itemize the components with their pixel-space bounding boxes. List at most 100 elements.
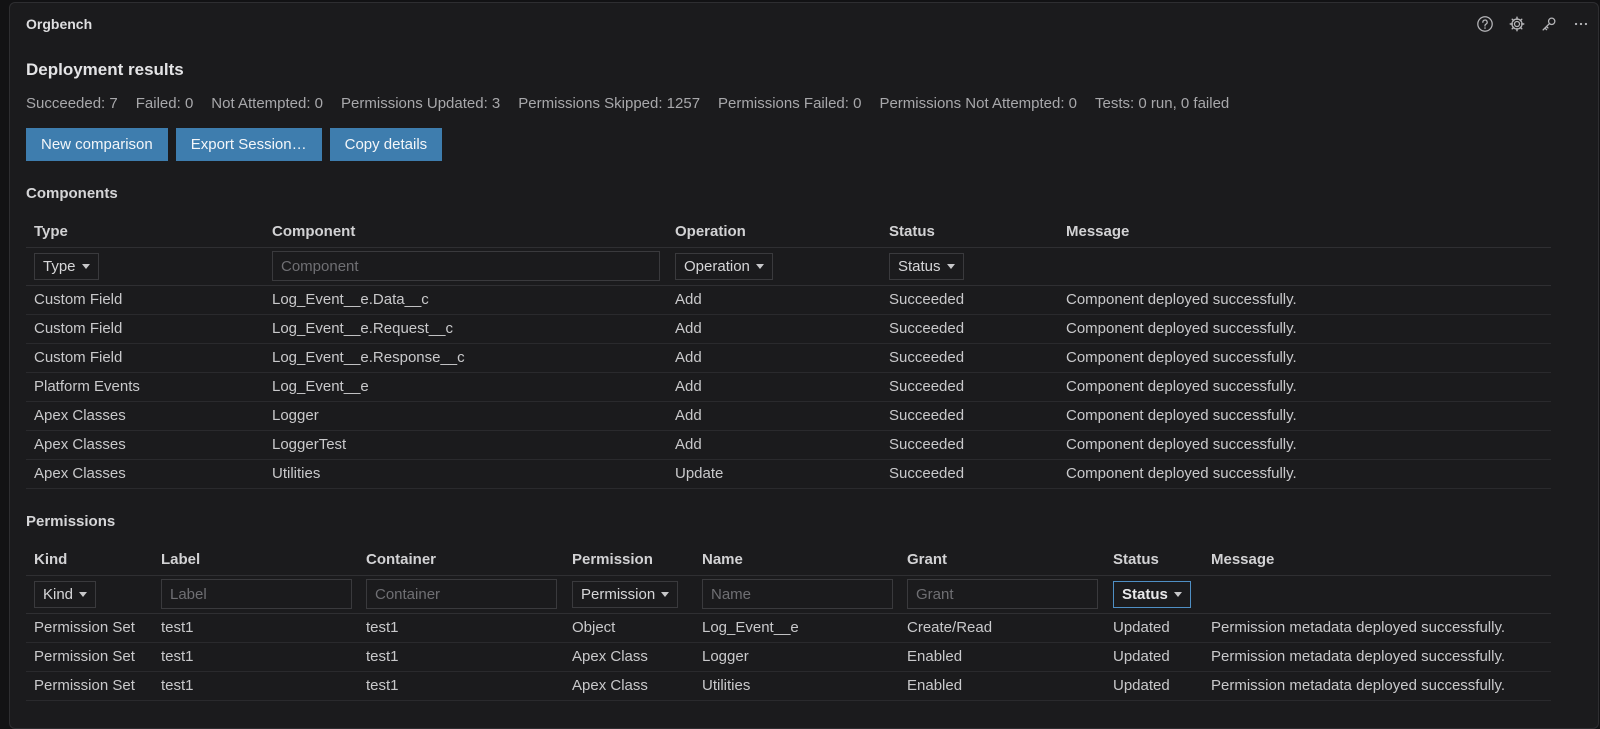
summary-succeeded: Succeeded: 7 xyxy=(26,95,118,112)
cell-kind: Permission Set xyxy=(26,642,153,672)
cell-permission: Apex Class xyxy=(564,671,694,701)
table-row[interactable]: Custom Field Log_Event__e.Response__c Add S… xyxy=(26,343,1551,373)
cell-status: Succeeded xyxy=(881,459,1058,489)
caret-down-icon xyxy=(755,263,764,269)
deployment-summary: Succeeded: 7 Failed: 0 Not Attempted: 0 … xyxy=(26,95,1229,112)
cell-permission: Apex Class xyxy=(564,642,694,672)
cell-operation: Add xyxy=(667,343,881,373)
summary-permissions-not-attempted: Permissions Not Attempted: 0 xyxy=(879,95,1078,112)
cell-operation: Add xyxy=(667,372,881,402)
cell-status: Succeeded xyxy=(881,401,1058,431)
cell-operation: Update xyxy=(667,459,881,489)
column-header-kind[interactable]: Kind xyxy=(26,545,153,576)
cell-message: Component deployed successfully. xyxy=(1058,314,1551,344)
permissions-table: Kind Label Container Permission Name Gra… xyxy=(26,545,1551,701)
label-filter-input[interactable] xyxy=(161,579,352,609)
column-header-operation[interactable]: Operation xyxy=(667,217,881,248)
column-header-label[interactable]: Label xyxy=(153,545,358,576)
cell-component: Utilities xyxy=(264,459,667,489)
cell-component: Log_Event__e.Request__c xyxy=(264,314,667,344)
cell-component: Logger xyxy=(264,401,667,431)
cell-type: Apex Classes xyxy=(26,430,264,460)
components-filter-row: Type Operation Status xyxy=(26,247,1551,286)
column-header-message[interactable]: Message xyxy=(1058,217,1551,248)
table-row[interactable]: Permission Set test1 test1 Object Log_Event_… xyxy=(26,613,1551,643)
summary-permissions-skipped: Permissions Skipped: 1257 xyxy=(518,95,701,112)
permission-filter-dropdown[interactable]: Permission xyxy=(572,580,679,608)
column-header-type[interactable]: Type xyxy=(26,217,264,248)
permissions-header-row: Kind Label Container Permission Name Gra… xyxy=(26,545,1551,576)
cell-message: Component deployed successfully. xyxy=(1058,372,1551,402)
cell-status: Succeeded xyxy=(881,372,1058,402)
cell-status: Succeeded xyxy=(881,285,1058,315)
cell-status: Updated xyxy=(1105,613,1203,643)
type-filter-dropdown[interactable]: Type xyxy=(34,252,99,280)
gear-icon[interactable] xyxy=(1506,13,1528,35)
cell-container: test1 xyxy=(358,613,564,643)
container-filter-input[interactable] xyxy=(366,579,557,609)
cell-status: Updated xyxy=(1105,642,1203,672)
cell-label: test1 xyxy=(153,613,358,643)
cell-component: Log_Event__e.Response__c xyxy=(264,343,667,373)
cell-grant: Enabled xyxy=(899,642,1105,672)
key-icon[interactable] xyxy=(1538,13,1560,35)
status-filter-dropdown[interactable]: Status xyxy=(1113,580,1191,608)
cell-operation: Add xyxy=(667,314,881,344)
table-row[interactable]: Apex Classes LoggerTest Add Succeeded Compon… xyxy=(26,430,1551,460)
more-icon[interactable] xyxy=(1570,13,1592,35)
column-header-status[interactable]: Status xyxy=(1105,545,1203,576)
help-icon[interactable] xyxy=(1474,13,1496,35)
app-title: Orgbench xyxy=(26,16,93,32)
cell-component: LoggerTest xyxy=(264,430,667,460)
new-comparison-button[interactable]: New comparison xyxy=(26,128,168,161)
cell-type: Custom Field xyxy=(26,343,264,373)
table-row[interactable]: Apex Classes Logger Add Succeeded Component … xyxy=(26,401,1551,431)
cell-type: Apex Classes xyxy=(26,401,264,431)
column-header-container[interactable]: Container xyxy=(358,545,564,576)
caret-down-icon xyxy=(79,591,88,597)
summary-permissions-failed: Permissions Failed: 0 xyxy=(718,95,862,112)
grant-filter-input[interactable] xyxy=(907,579,1098,609)
summary-not-attempted: Not Attempted: 0 xyxy=(211,95,324,112)
kind-filter-dropdown[interactable]: Kind xyxy=(34,580,97,608)
cell-status: Succeeded xyxy=(881,314,1058,344)
cell-message: Component deployed successfully. xyxy=(1058,459,1551,489)
cell-operation: Add xyxy=(667,401,881,431)
export-session-button[interactable]: Export Session… xyxy=(175,128,322,161)
column-header-name[interactable]: Name xyxy=(694,545,899,576)
column-header-component[interactable]: Component xyxy=(264,217,667,248)
cell-label: test1 xyxy=(153,642,358,672)
cell-container: test1 xyxy=(358,671,564,701)
cell-message: Permission metadata deployed successfull… xyxy=(1203,613,1551,643)
component-filter-input[interactable] xyxy=(272,251,660,281)
cell-name: Utilities xyxy=(694,671,899,701)
column-header-permission[interactable]: Permission xyxy=(564,545,694,576)
summary-tests: Tests: 0 run, 0 failed xyxy=(1095,95,1230,112)
components-rows: Custom Field Log_Event__e.Data__c Add Succe… xyxy=(26,285,1551,489)
column-header-grant[interactable]: Grant xyxy=(899,545,1105,576)
column-header-message[interactable]: Message xyxy=(1203,545,1551,576)
cell-component: Log_Event__e xyxy=(264,372,667,402)
table-row[interactable]: Custom Field Log_Event__e.Data__c Add Succe… xyxy=(26,285,1551,315)
copy-details-button[interactable]: Copy details xyxy=(329,128,443,161)
table-row[interactable]: Permission Set test1 test1 Apex Class Utilit… xyxy=(26,671,1551,701)
cell-type: Custom Field xyxy=(26,285,264,315)
cell-permission: Object xyxy=(564,613,694,643)
cell-component: Log_Event__e.Data__c xyxy=(264,285,667,315)
table-row[interactable]: Platform Events Log_Event__e Add Succeeded C… xyxy=(26,372,1551,402)
column-header-status[interactable]: Status xyxy=(881,217,1058,248)
table-row[interactable]: Apex Classes Utilities Update Succeeded Comp… xyxy=(26,459,1551,489)
cell-type: Platform Events xyxy=(26,372,264,402)
title-bar: Orgbench xyxy=(10,3,1598,45)
permissions-section-title: Permissions xyxy=(26,513,116,530)
status-filter-dropdown[interactable]: Status xyxy=(889,252,964,280)
cell-message: Permission metadata deployed successfull… xyxy=(1203,671,1551,701)
caret-down-icon xyxy=(946,263,955,269)
cell-grant: Enabled xyxy=(899,671,1105,701)
operation-filter-dropdown[interactable]: Operation xyxy=(675,252,773,280)
cell-status: Succeeded xyxy=(881,343,1058,373)
table-row[interactable]: Permission Set test1 test1 Apex Class Logger… xyxy=(26,642,1551,672)
cell-type: Apex Classes xyxy=(26,459,264,489)
name-filter-input[interactable] xyxy=(702,579,893,609)
table-row[interactable]: Custom Field Log_Event__e.Request__c Add Su… xyxy=(26,314,1551,344)
